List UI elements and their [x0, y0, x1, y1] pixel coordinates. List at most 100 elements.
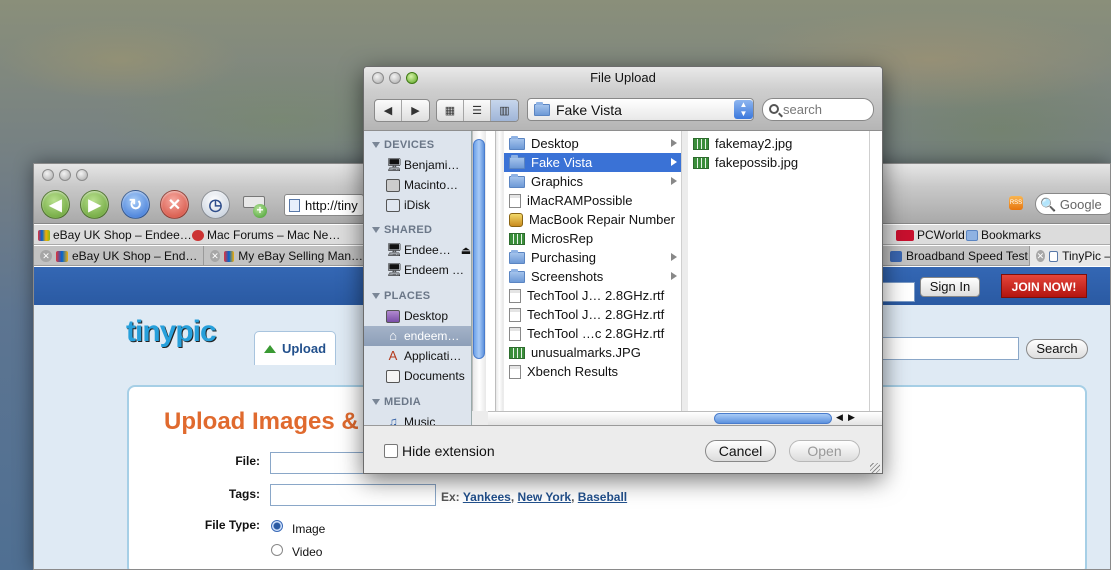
tab-broadband[interactable]: Broadband Speed Test [884, 246, 1030, 266]
sidebar-item-documents[interactable]: Documents [364, 366, 471, 386]
file-list-item[interactable]: TechTool J… 2.8GHz.rtf [504, 286, 681, 305]
dialog-footer: Hide extension Cancel Open [364, 425, 882, 473]
view-mode-control: ▦ ☰ ▥ [436, 99, 519, 122]
zoom-window-button[interactable] [76, 169, 88, 181]
resize-grip-icon[interactable] [870, 463, 880, 473]
list-view-icon[interactable]: ☰ [464, 100, 491, 121]
radio-video[interactable] [271, 544, 283, 556]
address-field[interactable]: http://tiny [284, 194, 364, 216]
sidebar-item-music[interactable]: ♫ Music [364, 412, 471, 426]
parent-column-scrollbar[interactable] [495, 131, 503, 411]
sidebar-label: Desktop [404, 309, 449, 323]
sidebar-scrollbar[interactable] [472, 131, 486, 411]
tab-ebay-shop[interactable]: ✕ eBay UK Shop – End… [34, 246, 204, 266]
tags-input[interactable] [270, 484, 436, 506]
icon-view-icon[interactable]: ▦ [437, 100, 464, 121]
column-view-icon[interactable]: ▥ [491, 100, 518, 121]
disclosure-icon[interactable] [372, 227, 380, 233]
tab-my-ebay[interactable]: ✕ My eBay Selling Man… [204, 246, 364, 266]
site-search-input[interactable] [879, 337, 1019, 360]
bookmark-ebay[interactable]: eBay UK Shop – Endee… [38, 228, 192, 242]
file-list-item[interactable]: unusualmarks.JPG [504, 343, 681, 362]
stop-button[interactable]: ✕ [160, 190, 189, 219]
cancel-button[interactable]: Cancel [705, 440, 776, 462]
tag-example-link[interactable]: Baseball [578, 490, 627, 504]
dialog-search-input[interactable]: search [762, 98, 874, 121]
close-tab-icon[interactable]: ✕ [40, 250, 52, 262]
dialog-minimize-button[interactable] [389, 72, 401, 84]
file-list-item[interactable]: Xbench Results [504, 362, 681, 381]
file-name: MacBook Repair Number [529, 212, 675, 227]
dialog-close-button[interactable] [372, 72, 384, 84]
forward-button[interactable]: ▶ [80, 190, 109, 219]
disclosure-icon[interactable] [372, 142, 380, 148]
sidebar-item-macintosh[interactable]: Macinto… [364, 175, 471, 195]
join-now-button[interactable]: JOIN NOW! [1001, 274, 1087, 298]
file-list-item[interactable]: Screenshots [504, 267, 681, 286]
file-name: TechTool J… 2.8GHz.rtf [527, 307, 665, 322]
bookmark-mac-forums[interactable]: Mac Forums – Mac Ne… [192, 228, 340, 242]
sign-in-button[interactable]: Sign In [920, 277, 980, 297]
file-list-item[interactable]: TechTool …c 2.8GHz.rtf [504, 324, 681, 343]
file-list-item[interactable]: MacBook Repair Number [504, 210, 681, 229]
search-button[interactable]: Search [1026, 339, 1088, 359]
minimize-window-button[interactable] [59, 169, 71, 181]
back-arrow-icon[interactable]: ◀ [375, 100, 402, 121]
rss-icon[interactable]: RSS [1009, 196, 1023, 210]
sidebar-item-desktop[interactable]: Desktop [364, 306, 471, 326]
reload-button[interactable]: ↻ [121, 190, 150, 219]
sidebar-item-home[interactable]: ⌂ endeem… [364, 326, 471, 346]
tag-example-link[interactable]: Yankees [463, 490, 511, 504]
scroll-right-arrow-icon[interactable]: ▶ [848, 412, 855, 423]
file-list-item[interactable]: TechTool J… 2.8GHz.rtf [504, 305, 681, 324]
google-search-field[interactable]: 🔍 Google [1035, 193, 1110, 215]
dialog-toolbar: ◀ ▶ ▦ ☰ ▥ Fake Vista ▲ ▼ search [364, 89, 882, 131]
file-input[interactable] [270, 452, 370, 474]
tab-label: My eBay Selling Man… [238, 249, 363, 263]
disclosure-icon[interactable] [372, 293, 380, 299]
sidebar-label: Music [404, 415, 436, 425]
close-tab-icon[interactable]: ✕ [210, 250, 221, 262]
scroll-left-arrow-icon[interactable]: ◀ [836, 412, 843, 423]
sidebar-item-benjamin[interactable]: 🖥 Benjami… [364, 155, 471, 175]
file-list-item[interactable]: iMacRAMPossible [504, 191, 681, 210]
tab-tinypic[interactable]: ✕ TinyPic – [1030, 246, 1110, 266]
forward-arrow-icon[interactable]: ▶ [402, 100, 429, 121]
folder-icon [509, 268, 525, 283]
add-bookmark-button[interactable]: + [241, 192, 269, 218]
file-name: Graphics [531, 174, 584, 189]
file-list-item[interactable]: MicrosRep [504, 229, 681, 248]
history-clock-icon[interactable]: ◷ [201, 190, 230, 219]
tinypic-logo[interactable]: tinypic [126, 315, 217, 349]
tag-example-link[interactable]: New York [518, 490, 572, 504]
bookmark-folder[interactable]: Bookmarks [966, 228, 1041, 242]
open-button[interactable]: Open [789, 440, 860, 462]
dialog-zoom-button[interactable] [406, 72, 418, 84]
sidebar-scroll-thumb[interactable] [473, 139, 485, 359]
disclosure-icon[interactable] [372, 399, 380, 405]
location-popup[interactable]: Fake Vista ▲ ▼ [527, 98, 754, 121]
disclosure-arrow-icon [671, 177, 677, 185]
horizontal-scrollbar[interactable]: ◀ ▶ [488, 411, 882, 425]
search-placeholder: search [783, 102, 823, 117]
eject-icon[interactable]: ⏏ [461, 244, 471, 257]
close-window-button[interactable] [42, 169, 54, 181]
sidebar-item-applications[interactable]: A Applicati… [364, 346, 471, 366]
file-list-item[interactable]: fakepossib.jpg [688, 153, 869, 172]
close-tab-icon[interactable]: ✕ [1036, 250, 1045, 262]
sidebar-item-idisk[interactable]: iDisk [364, 195, 471, 215]
file-list-item[interactable]: Fake Vista [504, 153, 681, 172]
horizontal-scroll-thumb[interactable] [714, 413, 832, 424]
file-list-item[interactable]: Purchasing [504, 248, 681, 267]
file-list-item[interactable]: Desktop [504, 134, 681, 153]
file-list-item[interactable]: fakemay2.jpg [688, 134, 869, 153]
sidebar-item-shared-2[interactable]: 🖥 Endeem … [364, 260, 471, 280]
hide-extension-checkbox[interactable] [384, 444, 398, 458]
tab-upload[interactable]: Upload [254, 331, 336, 365]
file-list-item[interactable]: Graphics [504, 172, 681, 191]
address-text: http://tiny [305, 198, 358, 213]
bookmark-pcworld[interactable]: PCWorld [896, 228, 965, 242]
back-button[interactable]: ◀ [41, 190, 70, 219]
radio-image[interactable] [271, 520, 283, 532]
sidebar-item-shared-1[interactable]: 🖥 Endee… ⏏ [364, 240, 471, 260]
